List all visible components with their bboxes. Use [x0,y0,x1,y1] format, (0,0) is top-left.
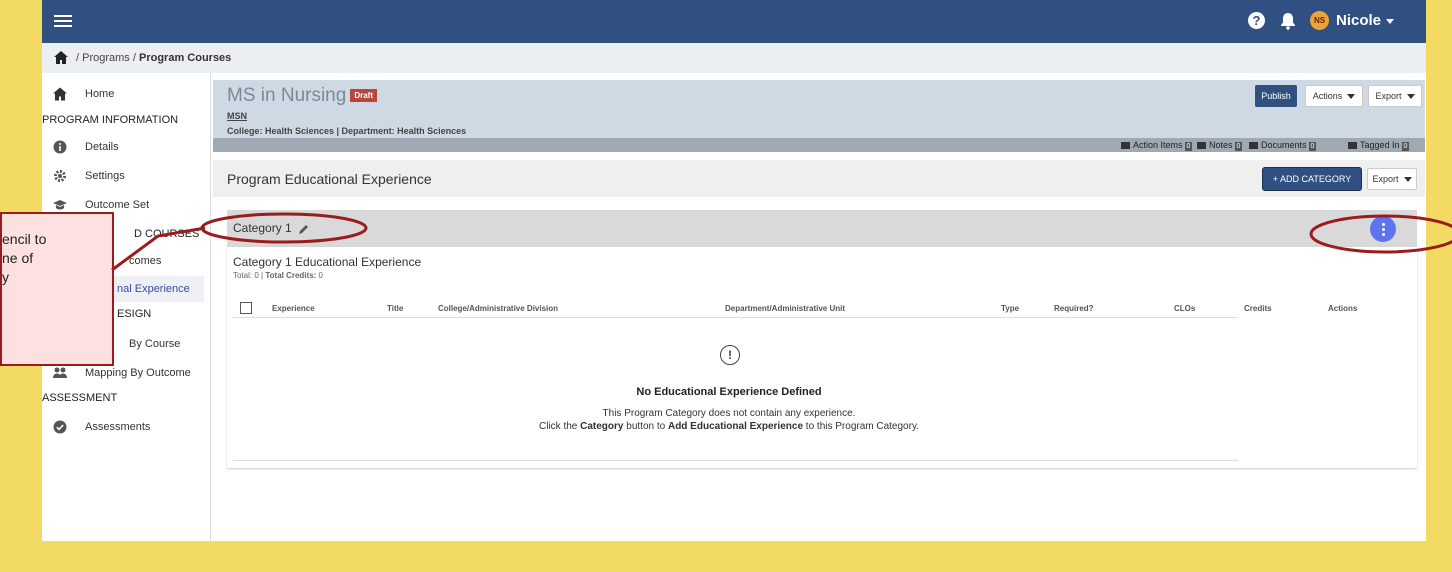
sidebar-item-home[interactable]: Home [42,81,204,107]
column-header[interactable]: Type [1001,304,1019,313]
program-header: MS in Nursing Draft MSN College: Health S… [213,80,1425,152]
app-window: ? NS Nicole / Programs / Program Courses… [42,0,1426,541]
hamburger-menu-icon[interactable] [54,12,72,30]
avatar[interactable]: NS [1310,11,1329,30]
info-icon [53,140,67,154]
category-header: Category 1 [227,210,1417,247]
breadcrumb: / Programs / Program Courses [42,43,1426,73]
users-icon [53,367,67,378]
category-heading: Category 1 Educational Experience [233,255,422,269]
category-totals: Total: 0 | Total Credits: 0 [233,271,323,280]
program-abbreviation: MSN [227,111,247,121]
documents-link[interactable]: Documents 0 [1249,140,1317,151]
publish-button[interactable]: Publish [1255,85,1297,107]
home-icon [53,87,67,101]
column-header[interactable]: College/Administrative Division [438,304,558,313]
tagged-in-link[interactable]: Tagged In 0 [1348,140,1410,151]
sidebar-item-settings[interactable]: Settings [42,163,204,189]
check-circle-icon [53,420,67,434]
category-title: Category 1 [233,221,292,235]
chevron-down-icon [1386,18,1395,24]
sidebar-heading-design: ESIGN [117,308,152,320]
chevron-down-icon [1403,177,1412,183]
program-meta: College: Health Sciences | Department: H… [227,126,467,136]
empty-state-hint: Click the Category button to Add Educati… [539,421,919,432]
user-name: Nicole [1336,12,1382,29]
status-badge: Draft [350,89,377,103]
column-header[interactable]: Required? [1054,304,1094,313]
program-links-strip: Action Items 0 Notes 0 Documents 0 Tagged I… [213,138,1425,152]
empty-state-text: This Program Category does not contain a… [602,408,856,419]
sidebar-heading-assessment: ASSESSMENT [42,392,118,404]
gear-icon [54,170,66,182]
notes-icon [1197,142,1206,150]
sidebar-item-assessments[interactable]: Assessments [42,414,204,440]
annotation-callout: encil to ne of y [0,212,114,366]
actions-dropdown[interactable]: Actions [1305,85,1363,107]
breadcrumb-program-courses: Program Courses [138,52,232,64]
user-menu[interactable]: Nicole [1336,12,1395,29]
program-title: MS in Nursing [227,85,347,106]
add-category-button[interactable]: + ADD CATEGORY [1263,168,1361,190]
sidebar-item-details[interactable]: Details [42,134,204,160]
category-menu-button[interactable] [1370,216,1396,242]
empty-state-title: No Educational Experience Defined [636,386,822,398]
notes-link[interactable]: Notes 0 [1197,140,1243,151]
column-header[interactable]: CLOs [1174,304,1195,313]
chevron-down-icon [1406,94,1415,100]
help-icon[interactable]: ? [1248,12,1265,29]
column-header[interactable]: Department/Administrative Unit [725,304,845,313]
select-all-checkbox[interactable] [240,302,252,314]
divider [233,317,1238,318]
category-panel: Category 1 Educational Experience Total:… [227,247,1417,468]
sidebar-heading-courses: D COURSES [134,228,200,240]
sidebar-heading-program-information: PROGRAM INFORMATION [42,114,179,126]
list-icon [1121,142,1130,150]
divider [233,460,1238,461]
export-dropdown[interactable]: Export [1368,85,1422,107]
section-export-dropdown[interactable]: Export [1367,168,1417,190]
breadcrumb-programs[interactable]: Programs [82,52,130,64]
column-header[interactable]: Experience [272,304,315,313]
pencil-icon[interactable] [299,224,309,234]
section-title: Program Educational Experience [227,171,432,187]
column-header[interactable]: Credits [1244,304,1272,313]
action-items-link[interactable]: Action Items 0 [1121,140,1193,151]
column-header[interactable]: Title [387,304,403,313]
graduation-cap-icon [53,200,67,210]
chevron-down-icon [1347,94,1356,100]
tag-icon [1348,142,1357,150]
column-header[interactable]: Actions [1328,304,1357,313]
section-header: Program Educational Experience + ADD CAT… [213,160,1425,197]
top-bar: ? NS Nicole [42,0,1426,43]
bell-icon[interactable] [1280,12,1296,30]
folder-icon [1249,142,1258,150]
alert-icon: ! [720,345,740,365]
home-icon[interactable] [54,51,68,64]
